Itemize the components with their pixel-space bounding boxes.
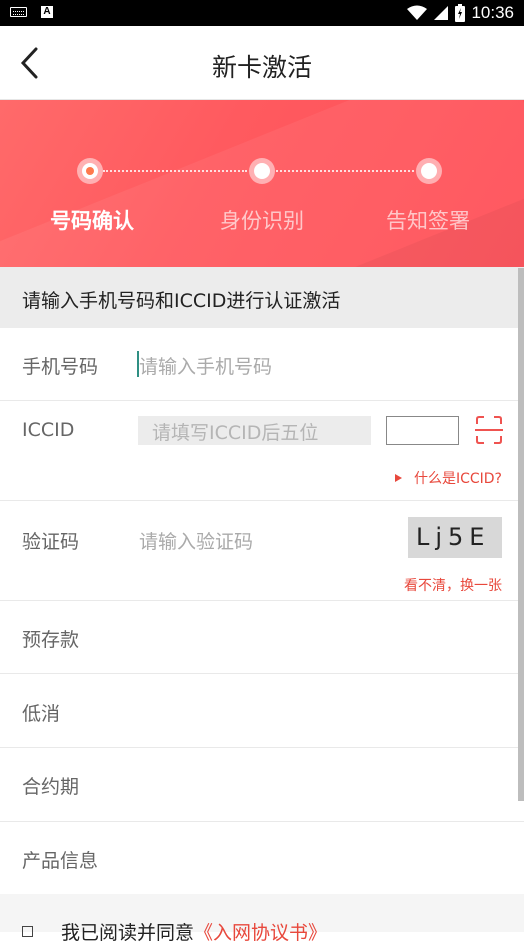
signal-icon [434,6,449,20]
phone-label: 手机号码 [22,356,99,378]
agreement-area: 我已阅读并同意 《入网协议书》 [0,894,524,944]
clock: 10:36 [471,3,514,22]
what-is-iccid-text: 什么是ICCID? [413,471,502,487]
min-consumption-row: 低消 [0,674,524,748]
triangle-right-icon [394,474,402,482]
min-consumption-label: 低消 [22,703,61,725]
instruction-notice: 请输入手机号码和ICCID进行认证激活 [0,267,524,328]
progress-banner: 号码确认 身份识别 告知签署 [0,100,524,267]
step-connector [103,170,247,172]
phone-input[interactable]: 请输入手机号码 [139,352,272,379]
scrollbar[interactable] [518,268,524,801]
captcha-label: 验证码 [22,531,80,553]
step-dot-1 [77,158,103,184]
step-dot-2 [249,158,275,184]
step-indicator: 号码确认 身份识别 告知签署 [0,100,524,267]
step-label-3: 告知签署 [386,209,470,233]
product-info-row: 产品信息 [0,822,524,894]
prepayment-row: 预存款 [0,601,524,674]
scan-icon[interactable] [475,415,503,445]
title-bar: 新卡激活 [0,26,524,100]
captcha-row: 验证码 请输入验证码 Lj5E 看不清，换一张 [0,501,524,601]
product-info-label: 产品信息 [22,850,99,872]
contract-period-row: 合约期 [0,748,524,822]
step-label-1: 号码确认 [50,209,134,233]
a-icon: A [41,6,53,18]
captcha-input[interactable]: 请输入验证码 [139,527,253,554]
iccid-check-box[interactable] [386,416,459,445]
step-dot-3 [416,158,442,184]
prepayment-label: 预存款 [22,629,80,651]
step-label-2: 身份识别 [220,209,304,233]
captcha-image[interactable]: Lj5E [408,517,502,558]
step-connector [276,170,414,172]
battery-icon [455,4,466,22]
what-is-iccid-link[interactable]: 什么是ICCID? [394,468,502,488]
iccid-row: ICCID 请填写ICCID后五位 什么是ICCID? [0,401,524,501]
refresh-captcha-link[interactable]: 看不清，换一张 [404,575,502,595]
phone-row: 手机号码 请输入手机号码 [0,328,524,401]
iccid-label: ICCID [22,419,75,441]
page-title: 新卡激活 [211,53,312,82]
iccid-input[interactable]: 请填写ICCID后五位 [138,416,371,445]
status-bar: A 10:36 [0,0,524,26]
keyboard-icon [10,7,27,17]
contract-period-label: 合约期 [22,776,80,798]
wifi-icon [407,5,428,20]
